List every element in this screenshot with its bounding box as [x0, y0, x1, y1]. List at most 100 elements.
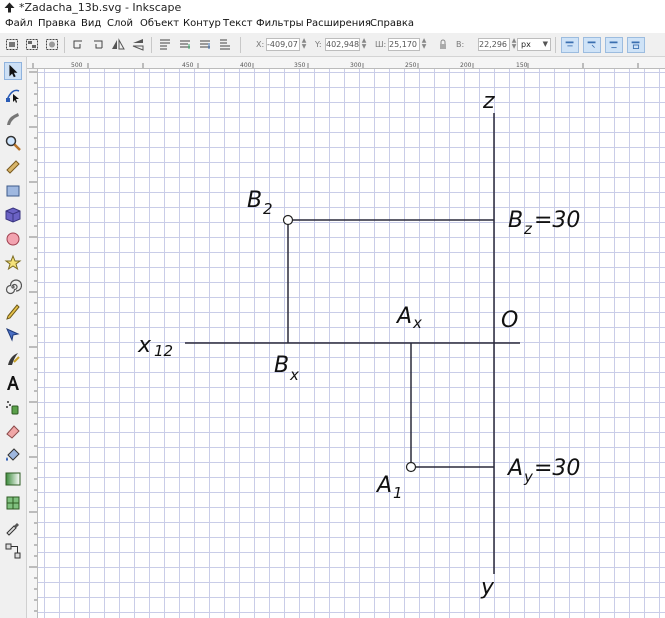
mesh-tool-icon[interactable] — [4, 494, 22, 512]
label-origin[interactable]: O — [501, 308, 518, 333]
select-all-icon[interactable] — [5, 38, 19, 51]
lock-ratio-icon[interactable] — [439, 39, 447, 50]
label-x12-main: x — [137, 333, 152, 358]
text-tool-icon[interactable] — [4, 374, 22, 392]
star-tool-icon[interactable] — [4, 254, 22, 272]
width-input[interactable]: 25,170 — [388, 38, 420, 51]
scale-stroke-icon[interactable] — [561, 37, 579, 53]
lower-to-bottom-icon[interactable] — [218, 38, 232, 51]
measure-tool-icon[interactable] — [4, 158, 22, 176]
ruler-label: 350 — [294, 62, 306, 69]
dropper-tool-icon[interactable] — [4, 518, 22, 536]
rotate-ccw-icon[interactable] — [71, 38, 85, 51]
tool-controls-bar: X: -409,07 ▲ ▼ Y: 402,948 ▲ ▼ Ш: 25,170 ▲ ▼… — [0, 33, 665, 57]
label-y[interactable]: y — [480, 575, 495, 600]
y-spinner[interactable]: ▲ ▼ — [360, 38, 368, 51]
pencil-tool-icon[interactable] — [4, 302, 22, 320]
unit-select[interactable]: px ▼ — [517, 38, 551, 51]
label-a1-sub: 1 — [393, 484, 403, 502]
label-ay[interactable]: A y =30 — [506, 456, 580, 486]
ruler-ticks: 500 450 400 350 300 250 200 150 — [32, 62, 639, 69]
flip-horizontal-icon[interactable] — [111, 38, 125, 51]
scale-corners-icon[interactable] — [583, 37, 601, 53]
label-bx[interactable]: B x — [274, 353, 299, 384]
chevron-down-icon: ▼ — [542, 40, 548, 48]
label-ay-sub: y — [523, 468, 534, 486]
label-a1[interactable]: A 1 — [375, 473, 403, 502]
lower-icon[interactable] — [198, 38, 212, 51]
move-patterns-icon[interactable] — [627, 37, 645, 53]
calligraphy-tool-icon[interactable] — [4, 350, 22, 368]
label-bx-main: B — [274, 353, 289, 378]
gradient-tool-icon[interactable] — [4, 470, 22, 488]
label-ax[interactable]: A x — [395, 304, 422, 332]
menu-help[interactable]: Справка — [370, 18, 414, 29]
point-b2[interactable] — [282, 214, 294, 226]
height-input[interactable]: 22,296 — [478, 38, 510, 51]
tweak-tool-icon[interactable] — [4, 110, 22, 128]
menu-object[interactable]: Объект — [140, 18, 179, 29]
ruler-label: 300 — [350, 62, 362, 69]
drawing-canvas[interactable]: z y O x 12 B 2 B z =30 B x A x A 1 A y =… — [38, 69, 665, 618]
node-tool-icon[interactable] — [4, 86, 22, 104]
menu-view[interactable]: Вид — [81, 18, 101, 29]
menu-path[interactable]: Контур — [183, 18, 221, 29]
rotate-cw-icon[interactable] — [91, 38, 105, 51]
spray-tool-icon[interactable] — [4, 398, 22, 416]
label-bz-main: B — [508, 208, 523, 233]
y-label: Y: — [315, 40, 322, 49]
vertical-ruler — [27, 69, 38, 618]
3d-box-tool-icon[interactable] — [4, 206, 22, 224]
epure-drawing[interactable]: z y O x 12 B 2 B z =30 B x A x A 1 A y =… — [38, 69, 665, 618]
label-bz-value: =30 — [534, 208, 580, 233]
label-bz[interactable]: B z =30 — [508, 208, 580, 238]
menu-extensions[interactable]: Расширения — [306, 18, 371, 29]
separator — [555, 37, 556, 53]
pen-tool-icon[interactable] — [4, 326, 22, 344]
separator — [240, 37, 241, 53]
ruler-label: 450 — [182, 62, 194, 69]
zoom-tool-icon[interactable] — [4, 134, 22, 152]
raise-to-top-icon[interactable] — [158, 38, 172, 51]
ruler-label: 400 — [240, 62, 252, 69]
select-all-layers-icon[interactable] — [25, 38, 39, 51]
width-spinner[interactable]: ▲ ▼ — [420, 38, 428, 51]
spiral-tool-icon[interactable] — [4, 278, 22, 296]
separator — [151, 37, 152, 53]
title-bar: *Zadacha_13b.svg - Inkscape — [0, 0, 665, 16]
window-title: *Zadacha_13b.svg - Inkscape — [19, 1, 182, 14]
label-a1-main: A — [375, 473, 392, 498]
ruler-label: 500 — [71, 62, 83, 69]
x-spinner[interactable]: ▲ ▼ — [300, 38, 308, 51]
label-b2[interactable]: B 2 — [247, 188, 273, 218]
move-gradients-icon[interactable] — [605, 37, 623, 53]
label-z[interactable]: z — [482, 89, 495, 114]
height-label: В: — [456, 40, 465, 49]
menu-text[interactable]: Текст — [223, 18, 253, 29]
paint-bucket-tool-icon[interactable] — [4, 446, 22, 464]
separator — [64, 37, 65, 53]
ellipse-tool-icon[interactable] — [4, 230, 22, 248]
menu-filters[interactable]: Фильтры — [256, 18, 303, 29]
point-a1[interactable] — [405, 461, 417, 473]
inkscape-logo-icon — [4, 2, 15, 13]
y-input[interactable]: 402,948 — [325, 38, 360, 51]
connector-tool-icon[interactable] — [4, 542, 22, 560]
menu-edit[interactable]: Правка — [38, 18, 76, 29]
raise-icon[interactable] — [178, 38, 192, 51]
eraser-tool-icon[interactable] — [4, 422, 22, 440]
ruler-ticks — [29, 71, 37, 612]
menu-file[interactable]: Файл — [5, 18, 33, 29]
ruler-label: 150 — [516, 62, 528, 69]
selector-tool-icon[interactable] — [4, 62, 22, 80]
x-input[interactable]: -409,07 — [266, 38, 300, 51]
deselect-icon[interactable] — [45, 38, 59, 51]
label-b2-main: B — [247, 188, 262, 213]
label-ay-value: =30 — [534, 456, 580, 481]
rectangle-tool-icon[interactable] — [4, 182, 22, 200]
ruler-label: 250 — [405, 62, 417, 69]
menu-layer[interactable]: Слой — [107, 18, 133, 29]
label-x12[interactable]: x 12 — [137, 333, 173, 360]
flip-vertical-icon[interactable] — [131, 38, 145, 51]
toolbox — [0, 57, 27, 618]
